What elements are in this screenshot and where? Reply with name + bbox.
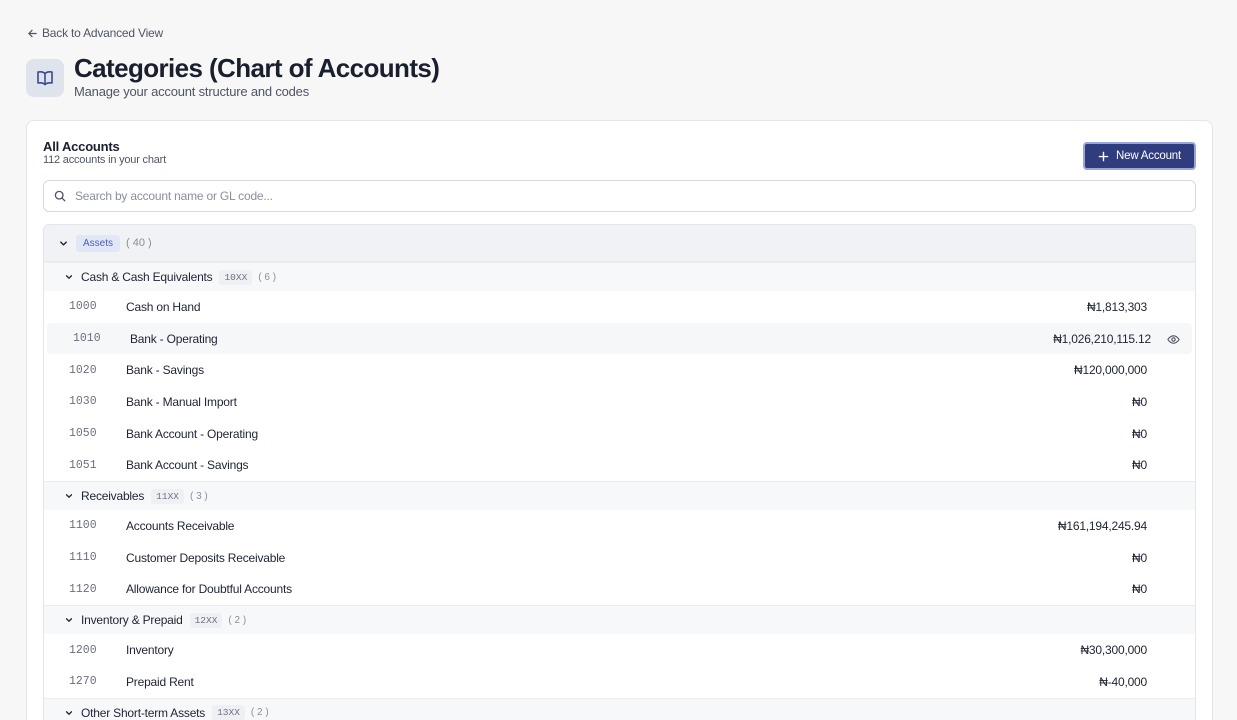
account-row[interactable]: 1270 Prepaid Rent ₦-40,000 xyxy=(44,666,1195,698)
account-row[interactable]: 1100 Accounts Receivable ₦161,194,245.94 xyxy=(44,510,1195,542)
account-balance: ₦0 xyxy=(1132,458,1147,473)
account-name: Bank Account - Operating xyxy=(126,426,258,441)
account-name: Accounts Receivable xyxy=(126,518,235,533)
account-code: 1020 xyxy=(69,363,97,377)
section-count: ( 2 ) xyxy=(250,707,269,719)
account-code: 1010 xyxy=(73,332,101,346)
plus-icon xyxy=(1098,151,1109,161)
section-label: Receivables xyxy=(81,489,145,504)
account-row[interactable]: 1020 Bank - Savings ₦120,000,000 xyxy=(44,354,1195,386)
eye-icon[interactable] xyxy=(1167,333,1180,346)
account-row[interactable]: 1050 Bank Account - Operating ₦0 xyxy=(44,418,1195,450)
account-tree: Assets ( 40 ) Cash & Cash Equivalents 10… xyxy=(43,224,1196,720)
section-count: ( 2 ) xyxy=(228,614,247,626)
account-code: 1050 xyxy=(69,427,97,441)
account-row[interactable]: 1010 Bank - Operating ₦1,026,210,115.12 xyxy=(47,322,1192,355)
arrow-left-icon xyxy=(28,29,37,37)
account-name: Prepaid Rent xyxy=(126,674,194,689)
section-label: Inventory & Prepaid xyxy=(81,613,183,628)
chevron-down-icon xyxy=(65,494,73,498)
page-subtitle: Manage your account structure and codes xyxy=(74,84,310,99)
accounts-card: All Accounts 112 accounts in your chart … xyxy=(26,120,1213,720)
account-name: Allowance for Doubtful Accounts xyxy=(126,582,292,597)
section-label: Other Short-term Assets xyxy=(81,705,206,720)
account-balance: ₦0 xyxy=(1132,550,1147,565)
search-input[interactable] xyxy=(75,189,1175,203)
section-label: Cash & Cash Equivalents xyxy=(81,270,213,284)
section-inventory[interactable]: Inventory & Prepaid 12XX ( 2 ) xyxy=(44,605,1195,635)
account-row[interactable]: 1051 Bank Account - Savings ₦0 xyxy=(44,449,1195,481)
chevron-down-icon xyxy=(65,275,73,279)
book-open-icon xyxy=(26,59,64,97)
account-balance: ₦1,026,210,115.12 xyxy=(1053,331,1151,346)
group-count: ( 40 ) xyxy=(126,237,152,249)
section-code-badge: 10XX xyxy=(219,269,253,285)
chevron-down-icon xyxy=(65,710,73,715)
account-name: Cash on Hand xyxy=(126,299,201,314)
card-title: All Accounts xyxy=(43,139,120,154)
account-balance: ₦0 xyxy=(1132,394,1147,409)
group-badge: Assets xyxy=(76,234,121,252)
account-row[interactable]: 1120 Allowance for Doubtful Accounts ₦0 xyxy=(44,574,1195,606)
account-name: Bank - Operating xyxy=(130,331,218,346)
chevron-down-icon xyxy=(65,618,73,623)
account-name: Bank - Savings xyxy=(126,363,204,378)
section-code-badge: 12XX xyxy=(189,612,223,628)
account-code: 1120 xyxy=(69,582,97,596)
section-code-badge: 11XX xyxy=(151,488,184,504)
account-name: Bank Account - Savings xyxy=(126,458,249,473)
account-balance: ₦0 xyxy=(1132,426,1147,441)
account-balance: ₦120,000,000 xyxy=(1074,363,1147,378)
section-code-badge: 13XX xyxy=(212,705,245,720)
section-receivables[interactable]: Receivables 11XX ( 3 ) xyxy=(44,481,1195,511)
account-name: Bank - Manual Import xyxy=(126,394,237,409)
account-code: 1051 xyxy=(69,458,97,472)
section-count: ( 6 ) xyxy=(258,271,277,283)
card-subtitle: 112 accounts in your chart xyxy=(43,154,167,166)
account-code: 1110 xyxy=(69,551,97,565)
account-name: Inventory xyxy=(126,643,174,658)
account-balance: ₦30,300,000 xyxy=(1080,643,1147,658)
account-code: 1000 xyxy=(69,300,97,314)
section-cash[interactable]: Cash & Cash Equivalents 10XX ( 6 ) xyxy=(44,262,1195,291)
search-icon xyxy=(54,190,66,202)
chevron-down-icon xyxy=(60,240,67,246)
account-row[interactable]: 1030 Bank - Manual Import ₦0 xyxy=(44,386,1195,418)
group-assets[interactable]: Assets ( 40 ) xyxy=(44,225,1195,262)
account-balance: ₦161,194,245.94 xyxy=(1057,518,1147,533)
account-row[interactable]: 1200 Inventory ₦30,300,000 xyxy=(44,634,1195,666)
page-title: Categories (Chart of Accounts) xyxy=(74,53,440,83)
account-balance: ₦1,813,303 xyxy=(1086,299,1147,314)
new-account-button[interactable]: New Account xyxy=(1083,142,1196,170)
account-code: 1100 xyxy=(69,519,97,533)
account-name: Customer Deposits Receivable xyxy=(126,550,286,565)
account-balance: ₦0 xyxy=(1132,582,1147,597)
account-code: 1270 xyxy=(69,675,97,689)
account-row[interactable]: 1110 Customer Deposits Receivable ₦0 xyxy=(44,542,1195,574)
back-link[interactable]: Back to Advanced View xyxy=(27,26,163,40)
account-code: 1030 xyxy=(69,395,97,409)
section-other-short-term[interactable]: Other Short-term Assets 13XX ( 2 ) xyxy=(44,697,1195,720)
account-row[interactable]: 1000 Cash on Hand ₦1,813,303 xyxy=(44,291,1195,323)
new-account-label: New Account xyxy=(1116,150,1181,162)
section-count: ( 3 ) xyxy=(189,490,208,502)
back-link-label: Back to Advanced View xyxy=(42,26,163,40)
account-code: 1200 xyxy=(69,643,97,657)
account-balance: ₦-40,000 xyxy=(1099,674,1147,689)
search-box[interactable] xyxy=(43,180,1196,212)
